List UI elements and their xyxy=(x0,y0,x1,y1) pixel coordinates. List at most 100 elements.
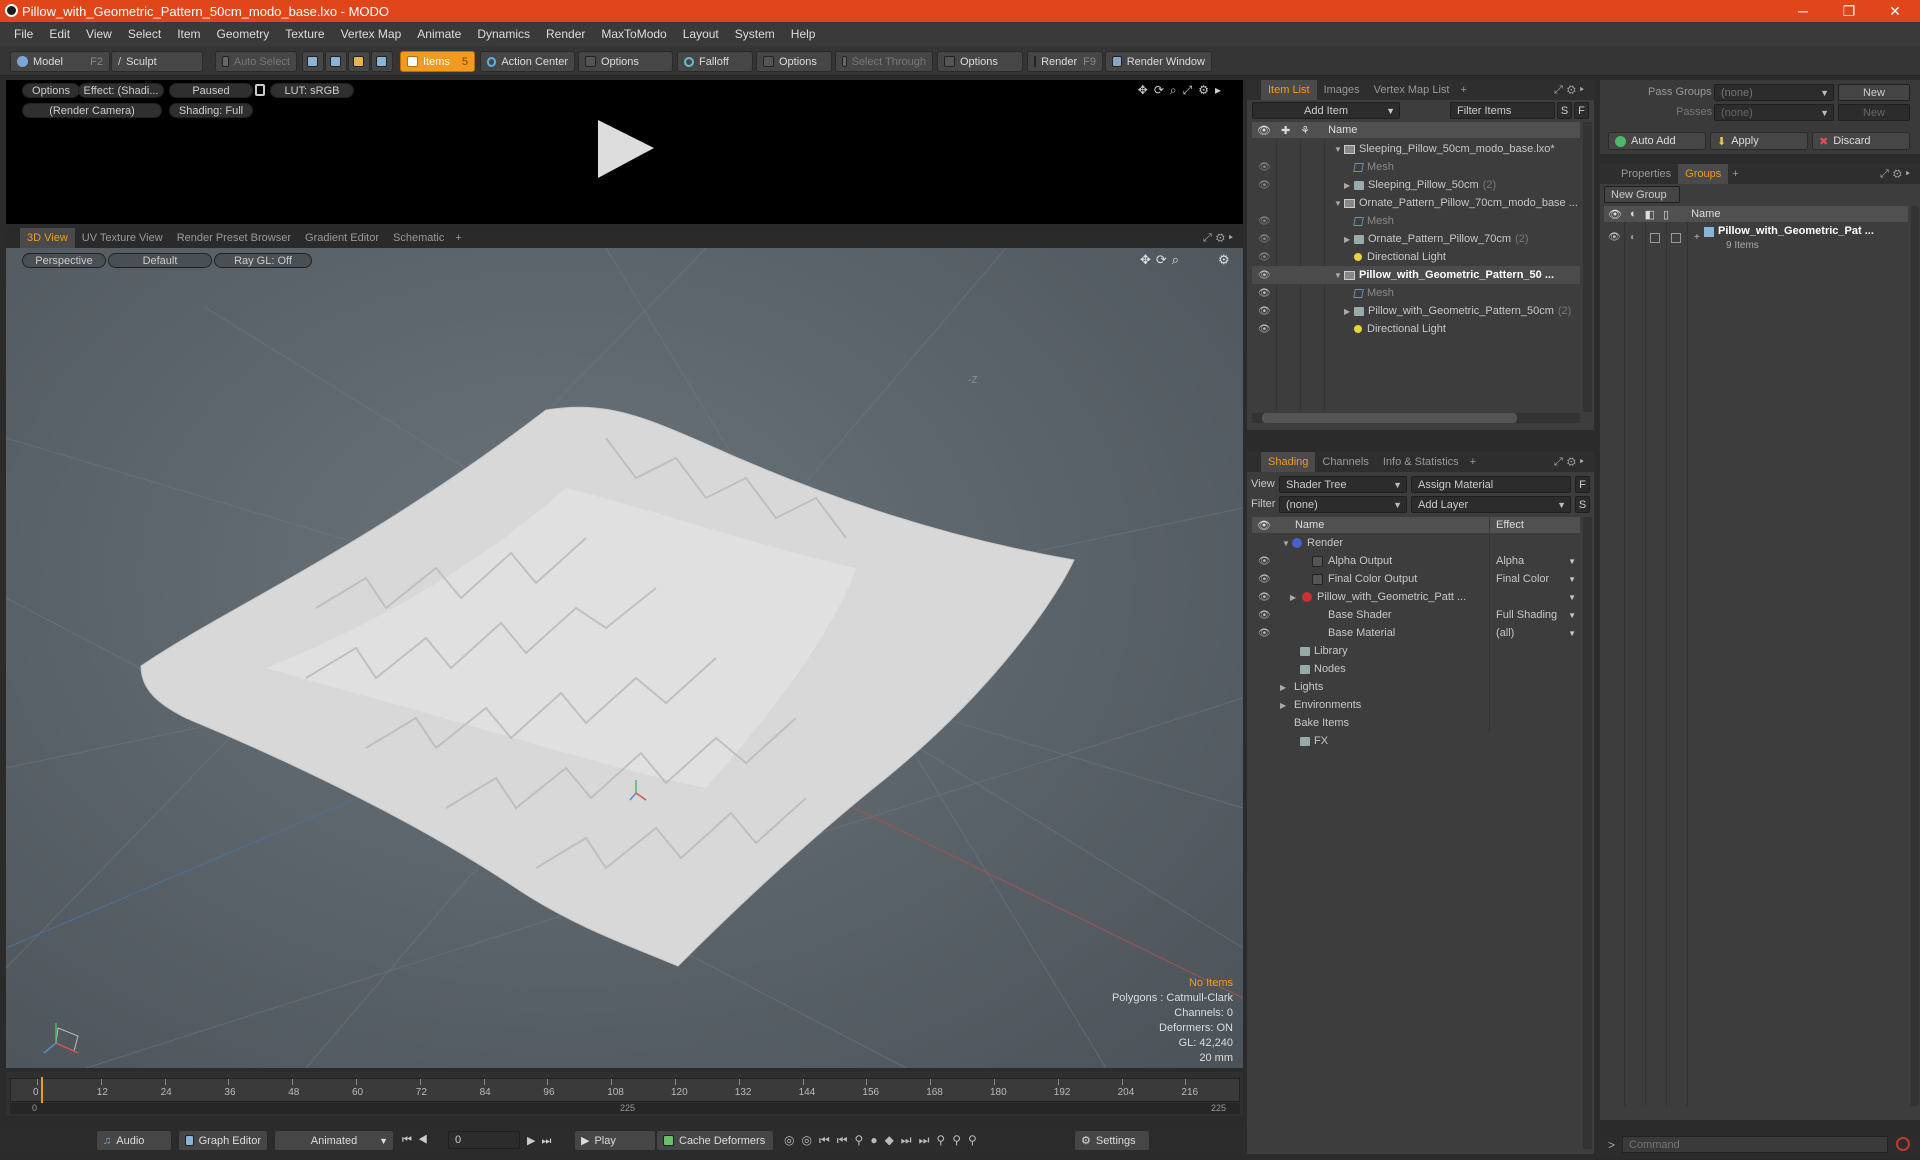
eye-icon[interactable]: 👁 xyxy=(1258,162,1271,173)
shader-row-fx[interactable]: FX xyxy=(1252,732,1580,750)
effect-value[interactable]: Alpha xyxy=(1496,555,1524,567)
add-tab-button[interactable]: + xyxy=(451,232,465,244)
add-tab-button[interactable]: + xyxy=(1728,168,1742,180)
timeline-ruler[interactable]: 0 12 24 36 48 60 72 84 96 108 120 132 144 156 168 180 19… xyxy=(10,1077,1240,1103)
audio-button[interactable]: ♫ Audio xyxy=(96,1130,172,1151)
list-item[interactable]: 👁 Directional Light xyxy=(1252,248,1580,266)
eye-icon[interactable]: 👁 xyxy=(1258,288,1271,299)
panel-options-icon[interactable]: ⤢⚙▸ xyxy=(1554,84,1588,97)
list-item[interactable]: 👁 ▼ Pillow_with_Geometric_Pattern_50 ... xyxy=(1252,266,1580,284)
eye-icon[interactable]: 👁 xyxy=(1608,232,1621,243)
auto-select-button[interactable]: Auto Select xyxy=(215,51,297,72)
tab-properties[interactable]: Properties xyxy=(1614,164,1678,184)
shader-row-material-group[interactable]: 👁 ▶ Pillow_with_Geometric_Patt ... ▼ xyxy=(1252,588,1580,606)
auto-add-button[interactable]: Auto Add xyxy=(1608,132,1706,150)
eye-icon[interactable]: 👁 xyxy=(1258,270,1271,281)
model-mode-button[interactable]: Model F2 xyxy=(10,51,110,72)
falloff-button[interactable]: Falloff xyxy=(677,51,753,72)
discard-button[interactable]: ✖ Discard xyxy=(1812,132,1910,150)
tab-images[interactable]: Images xyxy=(1317,80,1367,100)
shader-row-base-shader[interactable]: 👁 Base Shader Full Shading ▼ xyxy=(1252,606,1580,624)
filter-items-input[interactable]: Filter Items xyxy=(1450,102,1555,119)
chevron-down-icon[interactable]: ▼ xyxy=(1568,611,1576,620)
expand-arrow-icon[interactable]: ▶ xyxy=(1280,683,1290,692)
view-dropdown[interactable]: Shader Tree ▼ xyxy=(1279,476,1407,493)
expand-arrow-icon[interactable]: ▶ xyxy=(1344,235,1354,244)
edges-mode-button[interactable] xyxy=(325,51,347,72)
list-item[interactable]: 👁 Mesh xyxy=(1252,158,1580,176)
chevron-down-icon[interactable]: ▼ xyxy=(1568,593,1576,602)
item-list-h-scrollbar[interactable] xyxy=(1252,413,1580,423)
timeline-playhead[interactable] xyxy=(41,1077,43,1103)
render-button[interactable]: Render F9 xyxy=(1027,51,1103,72)
shader-row-lights[interactable]: ▶ Lights xyxy=(1252,678,1580,696)
tab-uv-texture-view[interactable]: UV Texture View xyxy=(75,228,170,248)
collapse-arrow-icon[interactable]: ▼ xyxy=(1334,271,1344,280)
eye-icon[interactable]: 👁 xyxy=(1258,234,1271,245)
shader-row-render[interactable]: ▼ Render xyxy=(1252,534,1580,552)
play-button[interactable]: ▶ Play xyxy=(574,1130,656,1151)
menu-dynamics[interactable]: Dynamics xyxy=(469,27,538,41)
collapse-arrow-icon[interactable]: ▼ xyxy=(1334,145,1344,154)
tab-info-statistics[interactable]: Info & Statistics xyxy=(1376,452,1466,472)
shader-row-nodes[interactable]: Nodes xyxy=(1252,660,1580,678)
restore-button[interactable]: ❐ xyxy=(1826,0,1872,22)
select-through-button[interactable]: Select Through xyxy=(835,51,933,72)
shader-row-alpha-output[interactable]: 👁 Alpha Output Alpha ▼ xyxy=(1252,552,1580,570)
list-item[interactable]: 👁 Mesh xyxy=(1252,284,1580,302)
viewport-settings-icon[interactable]: ⚙ xyxy=(1218,252,1230,268)
preview-options-button[interactable]: Options xyxy=(22,83,80,98)
collapse-arrow-icon[interactable]: ▼ xyxy=(1282,539,1292,548)
tab-gradient-editor[interactable]: Gradient Editor xyxy=(298,228,386,248)
list-item[interactable]: 👁 Directional Light xyxy=(1252,320,1580,338)
action-center-options-button[interactable]: Options xyxy=(578,51,673,72)
shader-row-final-color[interactable]: 👁 Final Color Output Final Color ▼ xyxy=(1252,570,1580,588)
animated-dropdown[interactable]: Animated ▼ xyxy=(274,1130,394,1151)
add-item-dropdown[interactable]: Add Item ▼ xyxy=(1252,102,1400,119)
menu-geometry[interactable]: Geometry xyxy=(209,27,278,41)
key-controls-icons[interactable]: ◎◎⏮⏮⚲●◆⏭⏭⚲⚲⚲ xyxy=(784,1133,984,1148)
shader-row-bake-items[interactable]: Bake Items xyxy=(1252,714,1580,732)
select-through-options-button[interactable]: Options xyxy=(937,51,1023,72)
expand-arrow-icon[interactable]: ▶ xyxy=(1280,701,1290,710)
menu-animate[interactable]: Animate xyxy=(409,27,469,41)
tab-item-list[interactable]: Item List xyxy=(1261,80,1317,100)
effect-value[interactable]: Full Shading xyxy=(1496,609,1557,621)
chevron-down-icon[interactable]: ▼ xyxy=(1568,575,1576,584)
frame-input[interactable]: 0 xyxy=(448,1131,520,1149)
shader-tree-scrollbar[interactable] xyxy=(1583,517,1592,1149)
group-row[interactable]: 👁 ◐ + Pillow_with_Geometric_Pat ... 9 It… xyxy=(1604,224,1908,254)
render-toggle-icon[interactable]: ◐ xyxy=(1630,232,1636,243)
shading-mode-dropdown[interactable]: Default xyxy=(108,253,212,268)
render-window-button[interactable]: Render Window xyxy=(1105,51,1212,72)
menu-view[interactable]: View xyxy=(78,27,120,41)
render-camera-dropdown[interactable]: (Render Camera) xyxy=(22,103,162,118)
menu-system[interactable]: System xyxy=(727,27,783,41)
menu-texture[interactable]: Texture xyxy=(277,27,332,41)
raygl-toggle[interactable]: Ray GL: Off xyxy=(214,253,312,268)
close-button[interactable]: ✕ xyxy=(1872,0,1918,22)
add-tab-button[interactable]: + xyxy=(1466,456,1480,468)
panel-options-icon[interactable]: ⤢⚙▸ xyxy=(1880,168,1914,181)
eye-icon[interactable]: 👁 xyxy=(1258,556,1271,567)
preview-effect-dropdown[interactable]: Effect: (Shadi... xyxy=(78,83,164,98)
tab-groups[interactable]: Groups xyxy=(1678,164,1729,184)
collapse-arrow-icon[interactable]: ▼ xyxy=(1334,199,1344,208)
command-input[interactable] xyxy=(1622,1136,1888,1153)
chevron-down-icon[interactable]: ▼ xyxy=(1568,629,1576,638)
menu-render[interactable]: Render xyxy=(538,27,593,41)
new-pass-button[interactable]: New xyxy=(1838,104,1910,121)
preview-view-controls[interactable]: ✥⟳⌕⤢⚙▸ xyxy=(1138,83,1227,98)
sculpt-mode-button[interactable]: / Sculpt xyxy=(111,51,203,72)
filter-dropdown[interactable]: (none) ▼ xyxy=(1279,496,1407,513)
list-item[interactable]: 👁 ▶ Sleeping_Pillow_50cm (2) xyxy=(1252,176,1580,194)
falloff-options-button[interactable]: Options xyxy=(756,51,832,72)
panel-options-icon[interactable]: ⤢⚙▸ xyxy=(1554,456,1588,469)
effect-value[interactable]: Final Color xyxy=(1496,573,1549,585)
eye-icon[interactable]: 👁 xyxy=(1258,324,1271,335)
shading-dropdown[interactable]: Shading: Full xyxy=(169,103,253,118)
viewport-canvas[interactable]: Perspective Default Ray GL: Off ✥⟳⌕ ⚙ -Z… xyxy=(6,248,1243,1068)
lut-dropdown[interactable]: LUT: sRGB xyxy=(270,83,354,98)
list-item[interactable]: 👁 ▶ Pillow_with_Geometric_Pattern_50cm (2) xyxy=(1252,302,1580,320)
add-tab-button[interactable]: + xyxy=(1456,84,1470,96)
